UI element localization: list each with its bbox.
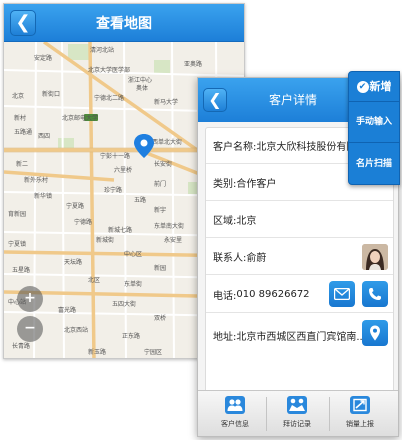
map-label: 新城街 bbox=[96, 236, 114, 244]
phone-value: 010 89626672 bbox=[236, 288, 310, 300]
map-label: 北京大学医学部 bbox=[88, 66, 130, 74]
location-pin-icon bbox=[370, 325, 380, 341]
zoom-in-button[interactable]: + bbox=[17, 286, 43, 312]
page-title: 客户详情 bbox=[268, 93, 317, 107]
map-label: 新玉路 bbox=[88, 348, 106, 356]
map-label: 清河北站 bbox=[90, 46, 114, 54]
address-value: 北京市西城区西直门宾馆南... bbox=[236, 331, 366, 343]
map-label: 育新园 bbox=[8, 210, 26, 218]
map-label: 五四大街 bbox=[112, 300, 136, 308]
map-label: 北京西站 bbox=[64, 326, 88, 334]
tab-label: 拜访记录 bbox=[283, 420, 311, 428]
contact-value: 俞蔚 bbox=[246, 253, 267, 264]
company-label: 客户名称: bbox=[213, 142, 257, 153]
chevron-left-icon: ❮ bbox=[208, 90, 222, 109]
map-label: 珍宁路 bbox=[104, 186, 122, 194]
avatar[interactable] bbox=[362, 244, 388, 270]
card-scan-label: 名片扫描 bbox=[355, 159, 392, 169]
back-button[interactable]: ❮ bbox=[203, 88, 227, 112]
map-label: 北京邮电大学 bbox=[62, 114, 98, 122]
phone-icon bbox=[369, 288, 381, 300]
check-circle-icon: ✔ bbox=[356, 81, 369, 93]
map-label: 新城七路 bbox=[108, 226, 132, 234]
region-label: 区域: bbox=[213, 216, 237, 227]
region-row: 区域: 北京 bbox=[206, 202, 393, 238]
map-label: 宁德路 bbox=[74, 218, 92, 226]
map-label: 前门 bbox=[154, 180, 166, 188]
map-label: 奥体 bbox=[136, 84, 148, 92]
map-label: 北区 bbox=[88, 276, 100, 284]
tab-sales-report[interactable]: 销量上报 bbox=[335, 396, 385, 434]
tab-label: 销量上报 bbox=[346, 420, 374, 428]
call-button[interactable] bbox=[362, 281, 388, 307]
minus-icon: − bbox=[24, 320, 36, 336]
map-label: 新马大学 bbox=[154, 98, 178, 106]
map-label: 双桥 bbox=[154, 314, 166, 322]
map-label: 新宇 bbox=[154, 206, 166, 214]
map-label: 长安街 bbox=[154, 160, 172, 168]
map-label: 新园 bbox=[154, 264, 166, 272]
map-label: 新二 bbox=[16, 160, 28, 168]
region-value: 北京 bbox=[236, 216, 257, 227]
add-button[interactable]: ✔ 新增 bbox=[349, 72, 399, 102]
map-label: 东单街 bbox=[124, 280, 142, 288]
tab-label: 客户信息 bbox=[221, 420, 249, 428]
map-label: 宁夏镇 bbox=[8, 240, 26, 248]
contact-label: 联系人: bbox=[213, 253, 247, 264]
map-label: 富光路 bbox=[58, 306, 76, 314]
map-label: 天坛路 bbox=[64, 258, 82, 266]
report-icon bbox=[350, 396, 370, 414]
map-label: 六里桥 bbox=[114, 166, 132, 174]
map-label: 宁园区 bbox=[144, 348, 162, 356]
add-customer-menu: ✔ 新增 手动输入 名片扫描 bbox=[348, 71, 400, 185]
zoom-out-button[interactable]: − bbox=[17, 316, 43, 342]
type-value: 合作客户 bbox=[236, 179, 277, 190]
phone-label: 电话: bbox=[213, 290, 237, 302]
map-label: 宁夏路 bbox=[66, 202, 84, 210]
envelope-icon bbox=[334, 288, 350, 300]
type-label: 类别: bbox=[213, 179, 237, 190]
sms-button[interactable] bbox=[329, 281, 355, 307]
tab-divider bbox=[266, 397, 267, 431]
card-scan-button[interactable]: 名片扫描 bbox=[349, 144, 399, 185]
map-label: 正东路 bbox=[122, 332, 140, 340]
map-label: 亚奥路 bbox=[184, 60, 202, 68]
map-label: 五路 bbox=[134, 196, 146, 204]
map-label: 长青路 bbox=[12, 342, 30, 350]
address-label: 地址: bbox=[213, 331, 237, 343]
tab-divider bbox=[329, 397, 330, 431]
map-label: 宁彭十一路 bbox=[100, 152, 130, 160]
plus-icon: + bbox=[24, 290, 36, 306]
map-label: 五星路 bbox=[12, 266, 30, 274]
page-title: 查看地图 bbox=[96, 16, 152, 32]
manual-input-label: 手动输入 bbox=[355, 117, 392, 127]
map-label: 新街口 bbox=[42, 90, 60, 98]
map-label: 新村 bbox=[14, 114, 26, 122]
navigate-button[interactable] bbox=[362, 320, 388, 346]
map-label: 浙江中心 bbox=[128, 76, 152, 84]
handshake-icon bbox=[287, 396, 307, 414]
map-label: 新外乐村 bbox=[24, 176, 48, 184]
map-label: 宁德北二路 bbox=[94, 94, 124, 102]
tab-visit-records[interactable]: 拜访记录 bbox=[272, 396, 322, 434]
map-label: 新华镇 bbox=[34, 192, 52, 200]
map-label: 安定路 bbox=[34, 54, 52, 62]
tab-customer-info[interactable]: 客户信息 bbox=[210, 396, 260, 434]
map-label: 中心区 bbox=[124, 250, 142, 258]
bottom-tab-bar: 客户信息 拜访记录 销量上报 bbox=[198, 390, 398, 436]
manual-input-button[interactable]: 手动输入 bbox=[349, 102, 399, 143]
map-header: ❮ 查看地图 bbox=[4, 4, 244, 42]
people-icon bbox=[225, 396, 245, 414]
map-label: 永安里 bbox=[164, 236, 182, 244]
map-label: 五路通 bbox=[14, 128, 32, 136]
map-label: 东单南大街 bbox=[154, 222, 184, 230]
map-label: 西四 bbox=[38, 133, 50, 140]
add-label: 新增 bbox=[369, 80, 392, 93]
map-label: 北京 bbox=[12, 92, 24, 100]
map-label: 西单北大街 bbox=[152, 138, 182, 146]
